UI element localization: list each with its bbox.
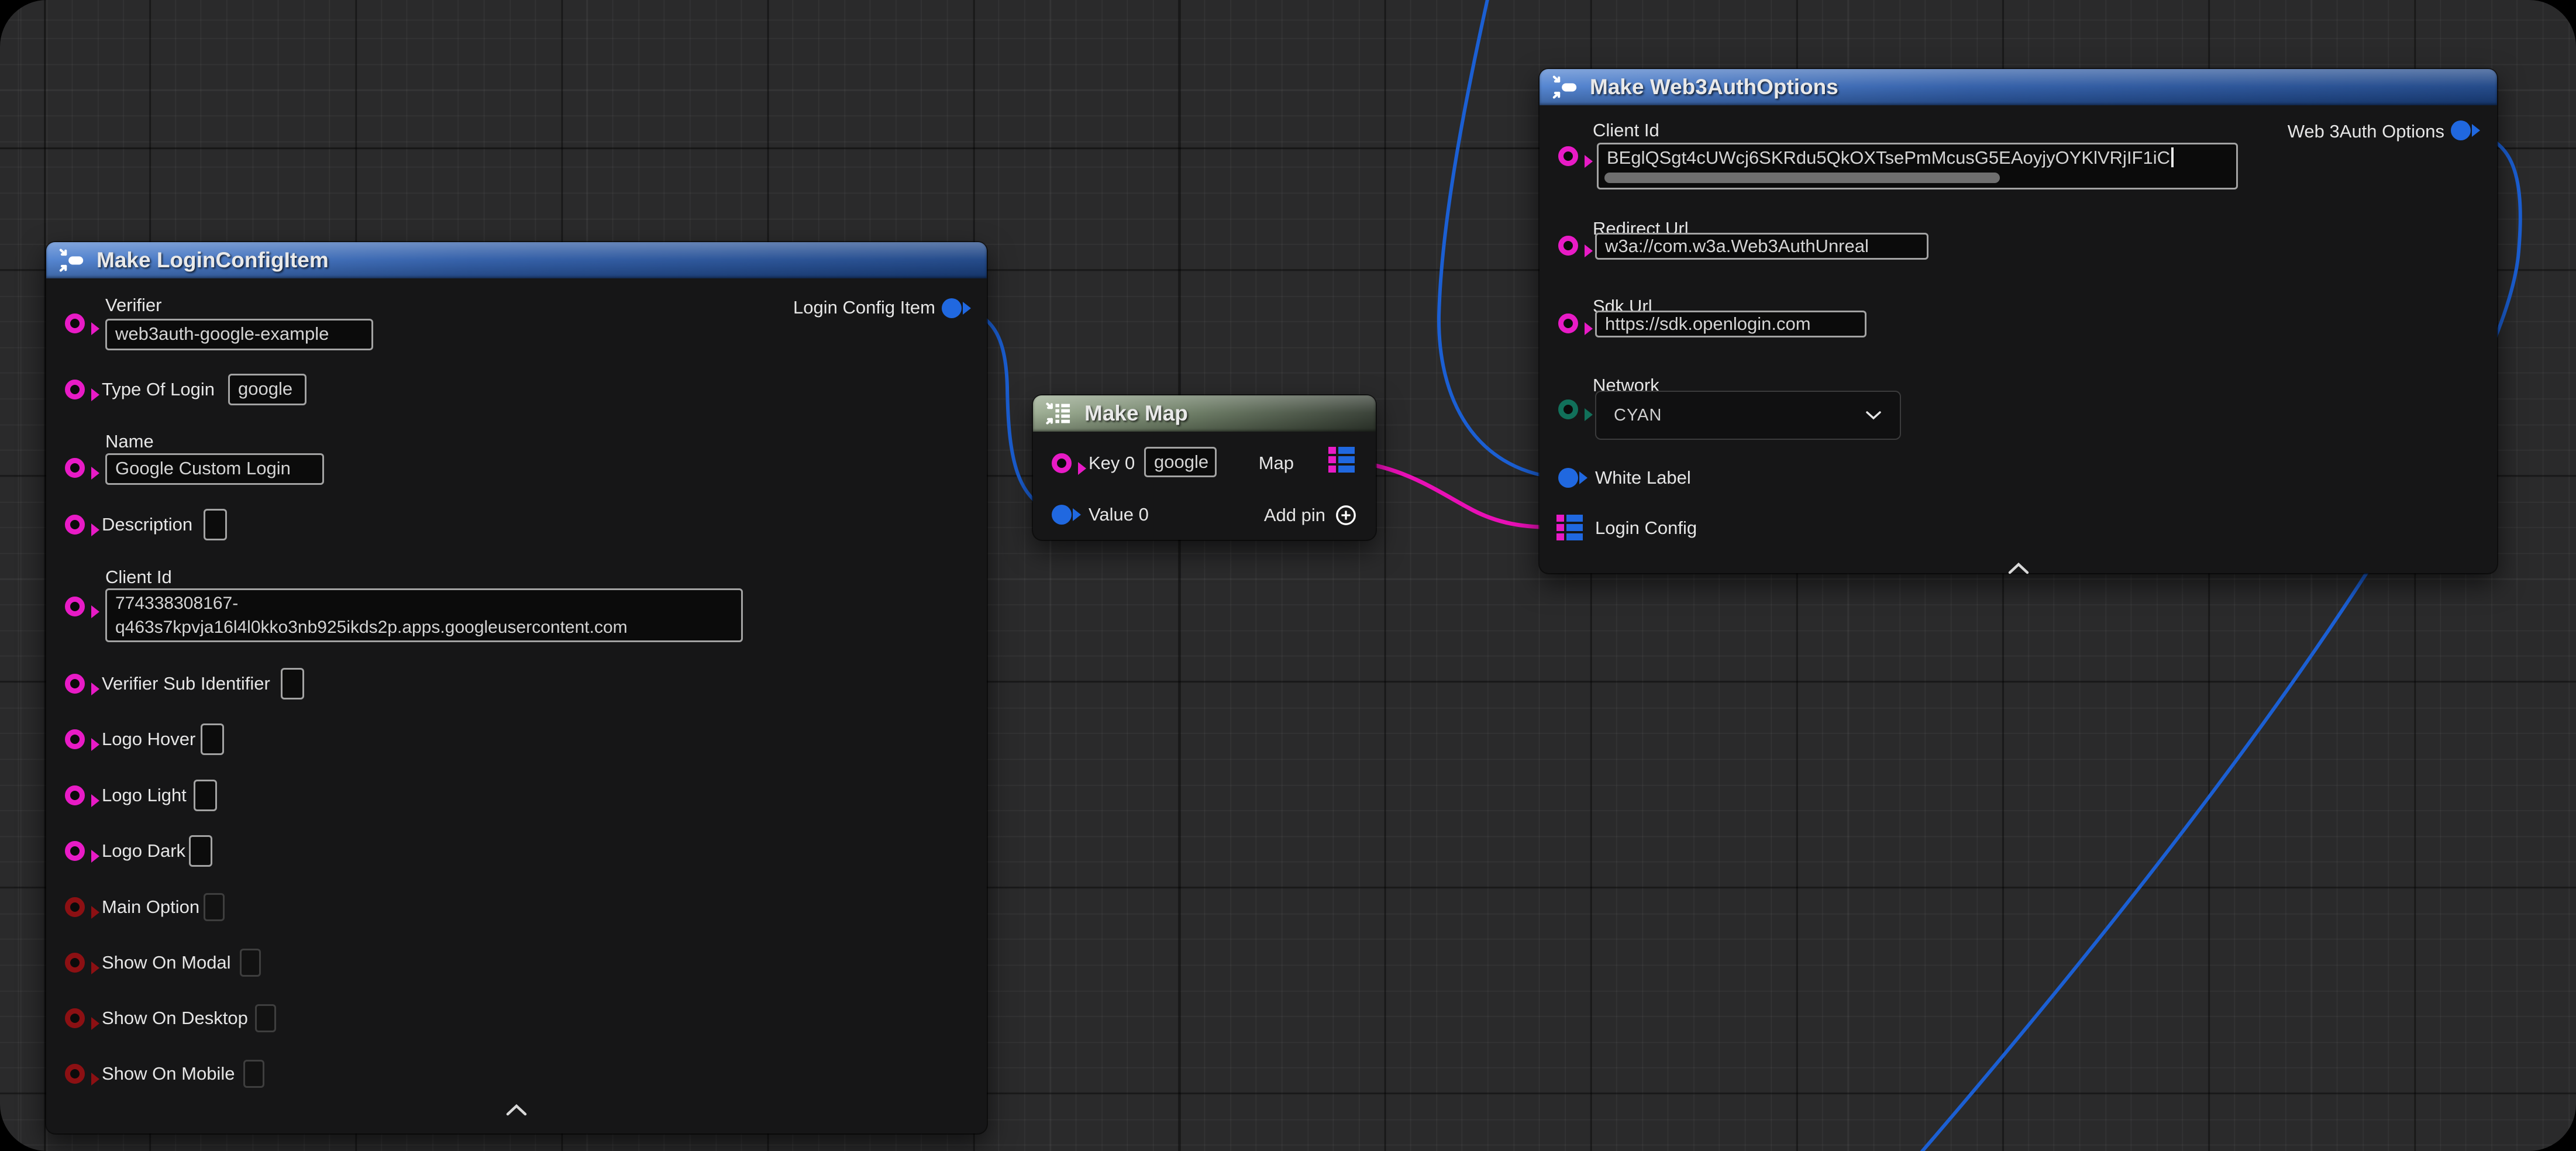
node-make-map[interactable]: Make Map Key 0 google Map Value 0 Add pi… <box>1033 395 1376 540</box>
pin-verifier-sub-identifier[interactable] <box>65 674 85 694</box>
output-pin-web3auth-options[interactable] <box>2451 120 2471 140</box>
map-key-swatch <box>1556 524 1564 531</box>
network-dropdown[interactable]: CYAN <box>1595 391 1901 440</box>
pin-client-id[interactable] <box>65 597 85 616</box>
pin-label-verifier: Verifier <box>105 294 161 316</box>
wire-map-to-login-config[interactable] <box>1356 462 1559 528</box>
pin-label-show-on-desktop: Show On Desktop <box>102 1007 248 1029</box>
pin-network[interactable] <box>1558 399 1578 419</box>
pin-type-of-login[interactable] <box>65 380 85 399</box>
client-id-input[interactable]: 774338308167-q463s7kpvja16l4l0kko3nb925i… <box>105 588 743 642</box>
pin-white-label[interactable] <box>1558 468 1578 488</box>
make-struct-icon <box>1552 75 1578 99</box>
map-value-swatch <box>1566 515 1583 522</box>
pin-main-option[interactable] <box>65 897 85 917</box>
map-value-swatch <box>1338 447 1355 454</box>
output-pin-label: Web 3Auth Options <box>2288 120 2444 143</box>
map-key-swatch <box>1328 456 1336 463</box>
verifier-input[interactable]: web3auth-google-example <box>105 319 373 350</box>
pin-label-white-label: White Label <box>1595 467 1691 489</box>
pin-name[interactable] <box>65 458 85 478</box>
horizontal-scrollbar[interactable] <box>1604 173 2000 183</box>
make-struct-icon <box>59 249 85 272</box>
description-input[interactable] <box>204 509 227 540</box>
pin-label-client-id: Client Id <box>105 566 172 588</box>
output-pin-label: Login Config Item <box>793 297 935 319</box>
logo-light-input[interactable] <box>194 780 217 811</box>
map-value-swatch <box>1338 466 1355 473</box>
logo-hover-input[interactable] <box>201 723 224 755</box>
pin-label-logo-dark: Logo Dark <box>102 840 185 862</box>
main-option-checkbox[interactable] <box>204 893 225 921</box>
blueprint-graph-canvas[interactable]: Make LoginConfigItem Login Config Item V… <box>0 0 2576 1151</box>
map-value-swatch <box>1338 456 1355 463</box>
chevron-up-icon[interactable] <box>2006 561 2031 578</box>
pin-show-on-modal[interactable] <box>65 953 85 973</box>
pin-label-description: Description <box>102 514 192 536</box>
show-on-mobile-checkbox[interactable] <box>243 1060 264 1088</box>
chevron-up-icon[interactable] <box>504 1103 529 1120</box>
node-title: Make LoginConfigItem <box>97 248 329 273</box>
show-on-desktop-checkbox[interactable] <box>255 1004 276 1032</box>
node-header[interactable]: Make LoginConfigItem <box>46 242 987 278</box>
output-pin-map[interactable] <box>1328 447 1355 473</box>
chevron-down-icon <box>1865 410 1882 421</box>
make-map-icon <box>1046 402 1073 425</box>
map-value-swatch <box>1566 533 1583 540</box>
text-cursor <box>2171 147 2174 167</box>
map-key-swatch <box>1328 466 1336 473</box>
node-title: Make Web3AuthOptions <box>1590 75 1838 99</box>
pin-login-config[interactable] <box>1556 515 1583 540</box>
map-key-swatch <box>1328 447 1336 454</box>
pin-label-show-on-modal: Show On Modal <box>102 952 231 974</box>
logo-dark-input[interactable] <box>189 835 212 867</box>
node-title: Make Map <box>1084 401 1188 426</box>
node-header[interactable]: Make Map <box>1033 395 1376 432</box>
pin-client-id[interactable] <box>1558 146 1578 166</box>
pin-label-show-on-mobile: Show On Mobile <box>102 1063 235 1085</box>
sdk-url-input[interactable]: https://sdk.openlogin.com <box>1595 311 1866 337</box>
pin-label-verifier-sub-identifier: Verifier Sub Identifier <box>102 673 270 695</box>
pin-logo-dark[interactable] <box>65 841 85 861</box>
type-of-login-input[interactable]: google <box>228 374 306 405</box>
pin-logo-light[interactable] <box>65 785 85 805</box>
pin-label-name: Name <box>105 430 154 453</box>
pin-label-client-id: Client Id <box>1593 119 1659 142</box>
pin-show-on-desktop[interactable] <box>65 1008 85 1028</box>
pin-sdk-url[interactable] <box>1558 313 1578 333</box>
name-input[interactable]: Google Custom Login <box>105 453 324 485</box>
pin-label-login-config: Login Config <box>1595 517 1697 539</box>
client-id-input[interactable]: BEglQSgt4cUWcj6SKRdu5QkOXTsePmMcusG5EAoy… <box>1597 143 2238 189</box>
map-key-swatch <box>1556 533 1564 540</box>
add-pin-label: Add pin <box>1264 505 1325 526</box>
output-pin-login-config-item[interactable] <box>942 298 962 318</box>
network-selected-value: CYAN <box>1614 406 1662 425</box>
node-header[interactable]: Make Web3AuthOptions <box>1540 69 2497 105</box>
add-pin-button[interactable]: Add pin <box>1264 504 1357 526</box>
pin-redirect-url[interactable] <box>1558 236 1578 256</box>
map-value-swatch <box>1566 524 1583 531</box>
pin-logo-hover[interactable] <box>65 729 85 749</box>
plus-circle-icon <box>1335 504 1357 526</box>
pin-description[interactable] <box>65 515 85 535</box>
node-make-loginconfigitem[interactable]: Make LoginConfigItem Login Config Item V… <box>46 242 987 1133</box>
output-pin-label: Map <box>1259 452 1294 474</box>
verifier-sub-identifier-input[interactable] <box>281 668 304 699</box>
pin-key-0[interactable] <box>1052 453 1072 473</box>
pin-label-logo-hover: Logo Hover <box>102 728 195 750</box>
pin-label-logo-light: Logo Light <box>102 784 187 807</box>
show-on-modal-checkbox[interactable] <box>240 949 261 977</box>
key-0-input[interactable]: google <box>1144 447 1217 477</box>
redirect-url-input[interactable]: w3a://com.w3a.Web3AuthUnreal <box>1595 233 1928 260</box>
node-make-web3authoptions[interactable]: Make Web3AuthOptions Web 3Auth Options C… <box>1540 69 2497 573</box>
pin-label-key-0: Key 0 <box>1089 452 1135 474</box>
pin-label-type-of-login: Type Of Login <box>102 378 215 401</box>
pin-label-main-option: Main Option <box>102 896 199 918</box>
pin-label-value-0: Value 0 <box>1089 504 1149 526</box>
map-key-swatch <box>1556 515 1564 522</box>
pin-value-0[interactable] <box>1052 505 1072 525</box>
pin-show-on-mobile[interactable] <box>65 1064 85 1084</box>
pin-verifier[interactable] <box>65 313 85 333</box>
